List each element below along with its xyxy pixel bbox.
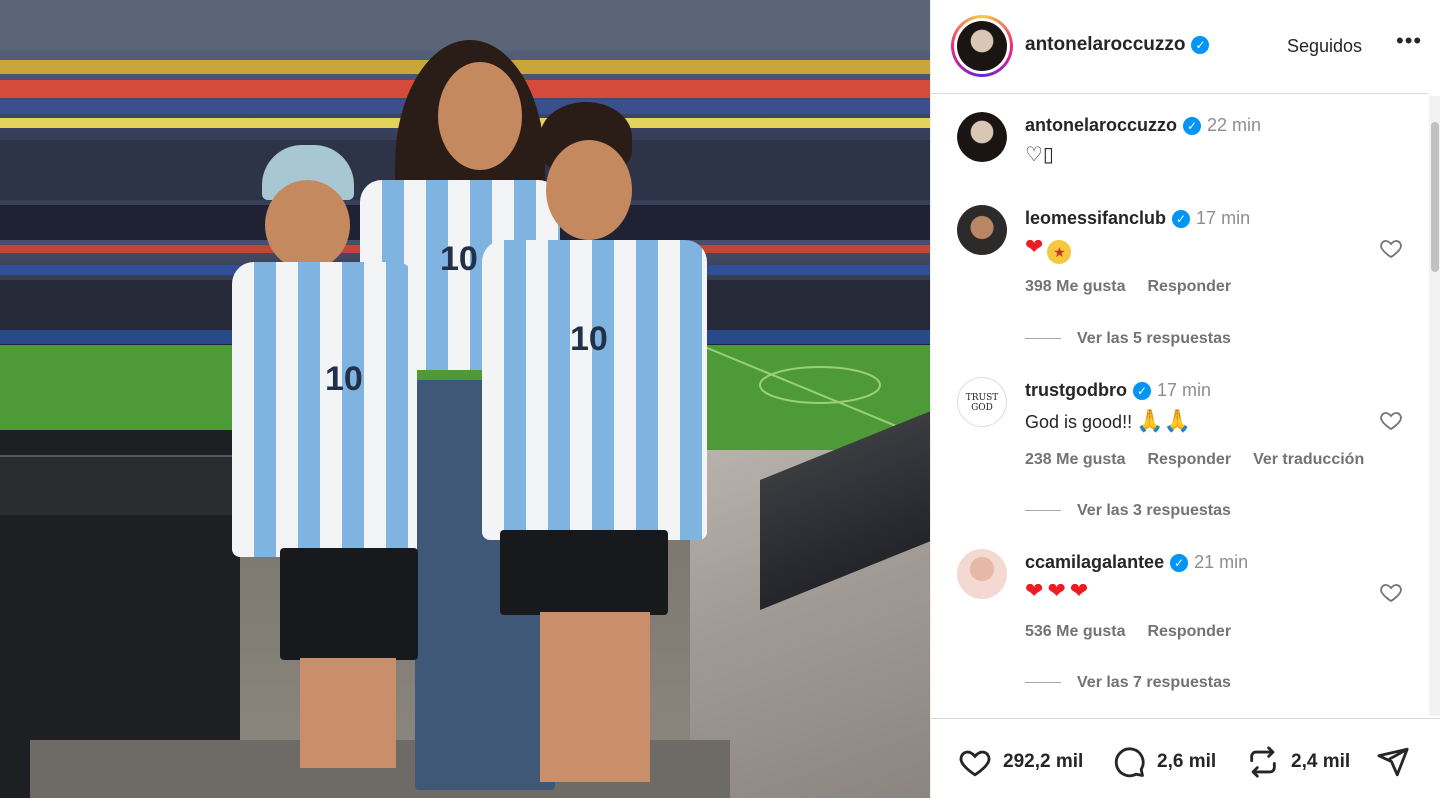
view-replies-button[interactable]: Ver las 7 respuestas [1025,674,1231,692]
reply-button[interactable]: Responder [1147,278,1231,295]
caption-time: 22 min [1207,115,1262,135]
comment-text: God is good!! 🙏🙏 [1025,408,1191,433]
like-button[interactable]: 292,2 mil [957,745,1083,779]
svg-text:TRUST: TRUST [966,393,999,403]
reposts-count: 2,4 mil [1291,751,1351,772]
caption-text: ♡▯ [1025,144,1054,166]
verified-icon: ✓ [1170,554,1189,573]
comment-username[interactable]: trustgodbro [1025,380,1127,400]
more-icon[interactable]: ••• [1396,28,1422,54]
red-heart-emoji: ❤ [1025,578,1044,603]
post-panel: antonelaroccuzzo ✓ Seguidos ••• antonelar… [930,0,1440,798]
verified-icon: ✓ [1183,117,1202,136]
comment-likes[interactable]: 238 Me gusta [1025,451,1125,468]
heart-icon [959,750,991,777]
comment-header: trustgodbro ✓ 17 min [1025,380,1211,401]
view-replies-button[interactable]: Ver las 5 respuestas [1025,330,1231,348]
following-button[interactable]: Seguidos [1287,36,1362,57]
star-struck-emoji: ★ [1047,240,1072,264]
comment-header: ccamilagalantee ✓ 21 min [1025,552,1248,573]
comment-time: 17 min [1156,380,1212,400]
like-comment-heart-icon[interactable] [1379,408,1403,432]
reply-button[interactable]: Responder [1147,623,1231,640]
comment-time: 21 min [1194,552,1249,572]
translate-button[interactable]: Ver traducción [1253,451,1364,468]
verified-icon: ✓ [1132,382,1151,401]
author-avatar[interactable] [951,15,1013,77]
comment-icon [1114,747,1145,778]
post-photo[interactable]: 10 10 10 [0,0,930,798]
comment-avatar[interactable] [957,205,1007,255]
red-heart-emoji: ❤ [1047,578,1066,603]
comment-meta: 238 Me gusta Responder Ver traducción [1025,451,1386,469]
red-heart-emoji: ❤ [1069,578,1089,603]
comment-header: leomessifanclub ✓ 17 min [1025,208,1250,229]
repost-icon [1250,746,1276,778]
reply-button[interactable]: Responder [1147,451,1231,468]
repost-button[interactable]: 2,4 mil [1245,745,1350,779]
comment-text: ❤ ★ [1025,234,1072,264]
svg-text:GOD: GOD [971,403,993,413]
scrollbar-thumb[interactable] [1431,122,1439,272]
comment-time: 17 min [1196,208,1251,228]
view-replies-button[interactable]: Ver las 3 respuestas [1025,502,1231,520]
comment-username[interactable]: ccamilagalantee [1025,552,1164,572]
comment-text: ❤ ❤ ❤ [1025,578,1092,604]
comment-meta: 536 Me gusta Responder [1025,623,1253,641]
comments-scrollbar[interactable] [1429,96,1440,716]
caption-username[interactable]: antonelaroccuzzo [1025,115,1177,135]
verified-icon: ✓ [1191,35,1210,54]
author-username[interactable]: antonelaroccuzzo ✓ [1025,34,1210,56]
comment-avatar[interactable] [957,549,1007,599]
comment-button[interactable]: 2,6 mil [1111,745,1216,779]
red-heart-emoji: ❤ [1025,234,1044,259]
comment-likes[interactable]: 536 Me gusta [1025,623,1125,640]
share-icon [1377,747,1409,777]
comment-avatar[interactable]: TRUST GOD [957,377,1007,427]
like-comment-heart-icon[interactable] [1379,580,1403,604]
caption-header: antonelaroccuzzo ✓ 22 min [1025,115,1261,136]
comment-username[interactable]: leomessifanclub [1025,208,1166,228]
comment-meta: 398 Me gusta Responder [1025,278,1253,296]
comments-count: 2,6 mil [1157,751,1217,772]
caption-avatar[interactable] [957,112,1007,162]
box-counter [0,455,245,515]
share-button[interactable] [1375,745,1421,779]
comment-likes[interactable]: 398 Me gusta [1025,278,1125,295]
verified-icon: ✓ [1172,210,1191,229]
post-actions: 292,2 mil 2,6 mil 2,4 mil [931,718,1440,798]
post-header: antonelaroccuzzo ✓ Seguidos ••• [931,0,1429,94]
like-comment-heart-icon[interactable] [1379,236,1403,260]
praying-hands-emoji: 🙏🙏 [1136,408,1191,433]
comments-list[interactable]: antonelaroccuzzo ✓ 22 min ♡▯ leomessifancl… [931,96,1429,716]
likes-count: 292,2 mil [1003,751,1084,772]
